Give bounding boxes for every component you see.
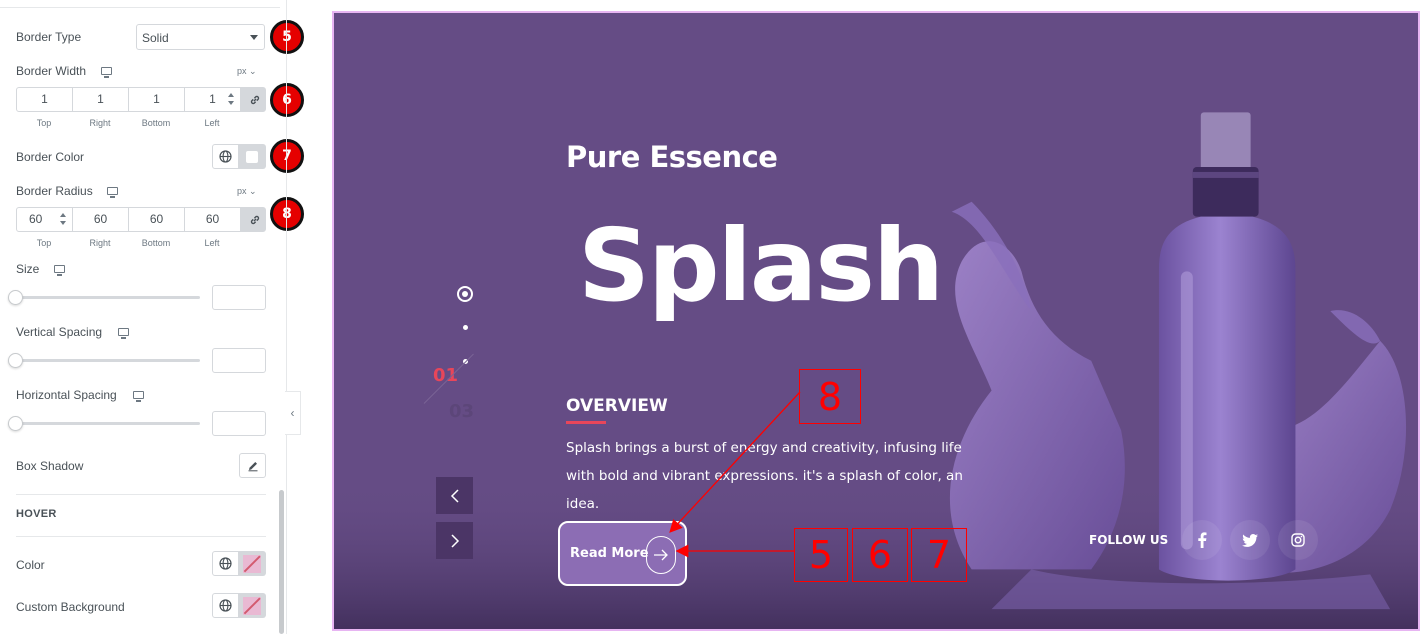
- arrow-to-button-border: [669, 391, 801, 533]
- annotation-arrows: [669, 391, 801, 558]
